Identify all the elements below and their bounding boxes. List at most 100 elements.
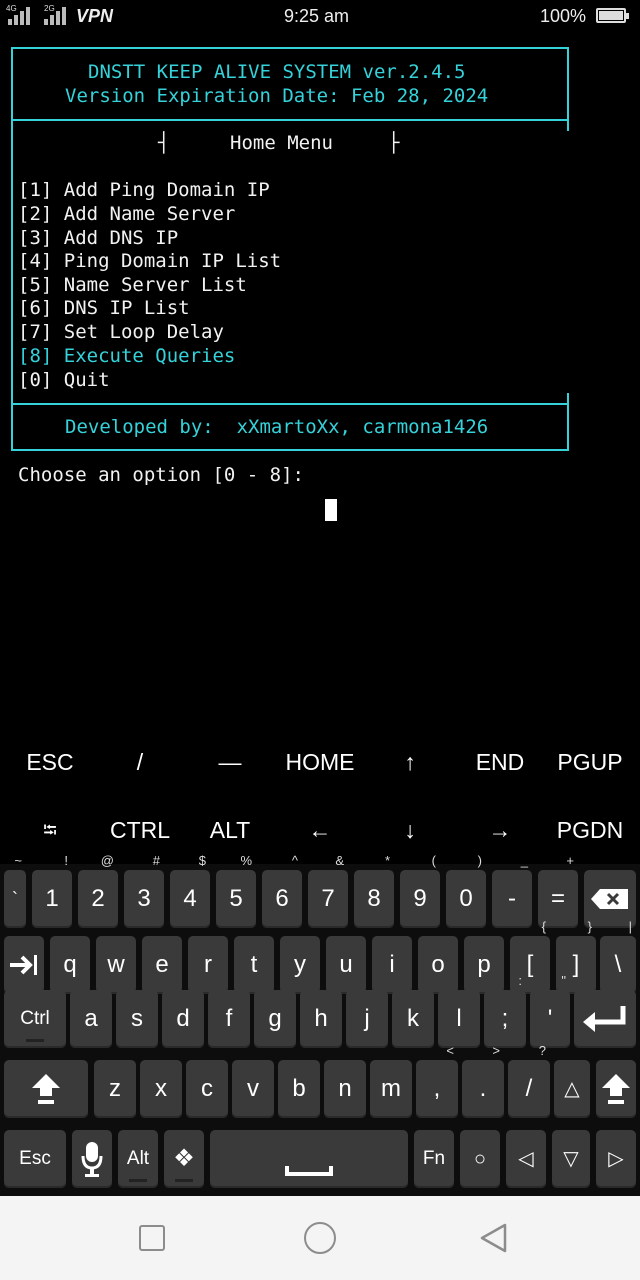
system-navigation-bar	[0, 1196, 640, 1280]
key-1[interactable]: ! 1	[32, 854, 72, 928]
key-b[interactable]: b	[278, 1060, 320, 1118]
arrow-left-key[interactable]: ◁	[506, 1130, 546, 1188]
key-l[interactable]: l	[438, 990, 480, 1048]
option-prompt: Choose an option [0 - 8]:	[18, 464, 316, 486]
key-8[interactable]: * 8	[354, 854, 394, 928]
key-quote[interactable]: " '	[530, 974, 570, 1048]
extra-key-right[interactable]: →	[455, 796, 545, 864]
tab-key[interactable]	[4, 936, 44, 994]
header-box-bottom	[11, 119, 569, 121]
shift-icon-right	[602, 1074, 630, 1104]
extra-key-esc[interactable]: ESC	[5, 728, 95, 796]
key-9[interactable]: (9	[400, 854, 440, 928]
menu-item-name-server-list: [5] Name Server List	[18, 274, 247, 296]
extra-keys-bar: ESC / — HOME ↑ END PGUP ⭾ CTRL ALT ← ↓ →…	[0, 728, 640, 864]
key-m[interactable]: m	[370, 1060, 412, 1118]
enter-key[interactable]	[574, 990, 636, 1048]
vpn-indicator: VPN	[76, 6, 114, 26]
key-5[interactable]: % 5	[216, 854, 256, 928]
key-period[interactable]: >.	[462, 1044, 504, 1118]
footer-box-top	[11, 403, 569, 405]
arrow-up-key[interactable]: △	[554, 1060, 590, 1118]
key-left-bracket[interactable]: {[	[510, 920, 550, 994]
key-a[interactable]: a	[70, 990, 112, 1048]
arrow-down-key[interactable]: ▽	[552, 1130, 590, 1188]
key-r[interactable]: r	[188, 936, 228, 994]
key-k[interactable]: k	[392, 990, 434, 1048]
key-i[interactable]: i	[372, 936, 412, 994]
terminal-output[interactable]: DNSTT KEEP ALIVE SYSTEM ver.2.4.5 Versio…	[0, 34, 640, 734]
key-j[interactable]: j	[346, 990, 388, 1048]
key-c[interactable]: c	[186, 1060, 228, 1118]
key-s[interactable]: s	[116, 990, 158, 1048]
key-p[interactable]: p	[464, 936, 504, 994]
extra-key-pgdn[interactable]: PGDN	[545, 796, 635, 864]
box-left-border	[11, 47, 13, 451]
menu-item-dns-ip-list: [6] DNS IP List	[18, 297, 190, 319]
space-icon	[285, 1166, 333, 1176]
key-x[interactable]: x	[140, 1060, 182, 1118]
key-y[interactable]: y	[280, 936, 320, 994]
key-backslash[interactable]: | \	[600, 920, 636, 994]
key-n[interactable]: n	[324, 1060, 366, 1118]
key-semicolon[interactable]: :;	[484, 974, 526, 1048]
space-key[interactable]	[210, 1130, 408, 1188]
footer-box-bottom	[11, 449, 569, 451]
enter-icon	[583, 1006, 626, 1032]
key-z[interactable]: z	[94, 1060, 136, 1118]
key-v[interactable]: v	[232, 1060, 274, 1118]
key-0[interactable]: ) 0	[446, 854, 486, 928]
key-f[interactable]: f	[208, 990, 250, 1048]
back-button[interactable]	[478, 1222, 508, 1254]
key-6[interactable]: ^ 6	[262, 854, 302, 928]
home-button[interactable]	[304, 1222, 336, 1254]
alt-key[interactable]: Alt	[118, 1130, 158, 1188]
extra-key-dash[interactable]: —	[185, 728, 275, 796]
extra-key-pgup[interactable]: PGUP	[545, 728, 635, 796]
footer-box-right	[567, 393, 569, 451]
clock: 9:25 am	[284, 6, 350, 26]
key-7[interactable]: & 7	[308, 854, 348, 928]
key-g[interactable]: g	[254, 990, 296, 1048]
key-h[interactable]: h	[300, 990, 342, 1048]
triangle-left-icon: ◁	[518, 1148, 534, 1170]
key-slash[interactable]: ? /	[508, 1044, 550, 1118]
menu-item-execute-queries: [8] Execute Queries	[18, 345, 236, 367]
soft-keyboard: ~ ` ! 1 @2 #3 $4 % 5 ^ 6 & 7 * 8 (9 ) 0 _ - + = q…	[0, 854, 640, 1196]
extra-key-home[interactable]: HOME	[275, 728, 365, 796]
key-d[interactable]: d	[162, 990, 204, 1048]
extra-key-slash[interactable]: /	[95, 728, 185, 796]
arrow-right-key[interactable]: ▷	[596, 1130, 636, 1188]
extra-key-down[interactable]: ↓	[365, 796, 455, 864]
text-cursor	[325, 499, 337, 521]
triangle-down-icon: ▽	[563, 1148, 579, 1170]
shift-key-right[interactable]	[596, 1060, 636, 1118]
key-w[interactable]: w	[96, 936, 136, 994]
fn-key[interactable]: Fn	[414, 1130, 454, 1188]
shift-key-left[interactable]	[4, 1060, 88, 1118]
extra-key-up[interactable]: ↑	[365, 728, 455, 796]
meta-key[interactable]: ❖	[164, 1130, 204, 1188]
recent-apps-button[interactable]	[139, 1225, 165, 1251]
key-comma[interactable]: <,	[416, 1044, 458, 1118]
key-4[interactable]: $4	[170, 854, 210, 928]
key-3[interactable]: #3	[124, 854, 164, 928]
key-u[interactable]: u	[326, 936, 366, 994]
key-2[interactable]: @2	[78, 854, 118, 928]
extra-key-left[interactable]: ←	[275, 796, 365, 864]
key-backtick[interactable]: ~ `	[4, 854, 26, 928]
key-minus[interactable]: _ -	[492, 854, 532, 928]
menu-title: Home Menu	[230, 132, 333, 154]
microphone-key[interactable]	[72, 1130, 112, 1188]
key-t[interactable]: t	[234, 936, 274, 994]
battery-icon	[596, 8, 629, 23]
extra-key-end[interactable]: END	[455, 728, 545, 796]
key-e[interactable]: e	[142, 936, 182, 994]
menu-item-ping-domain-list: [4] Ping Domain IP List	[18, 250, 282, 272]
ctrl-key[interactable]: Ctrl	[4, 990, 66, 1048]
esc-key[interactable]: Esc	[4, 1130, 66, 1188]
microphone-icon	[81, 1142, 103, 1177]
key-o[interactable]: o	[418, 936, 458, 994]
key-q[interactable]: q	[50, 936, 90, 994]
home-circle-key[interactable]: ○	[460, 1130, 500, 1188]
